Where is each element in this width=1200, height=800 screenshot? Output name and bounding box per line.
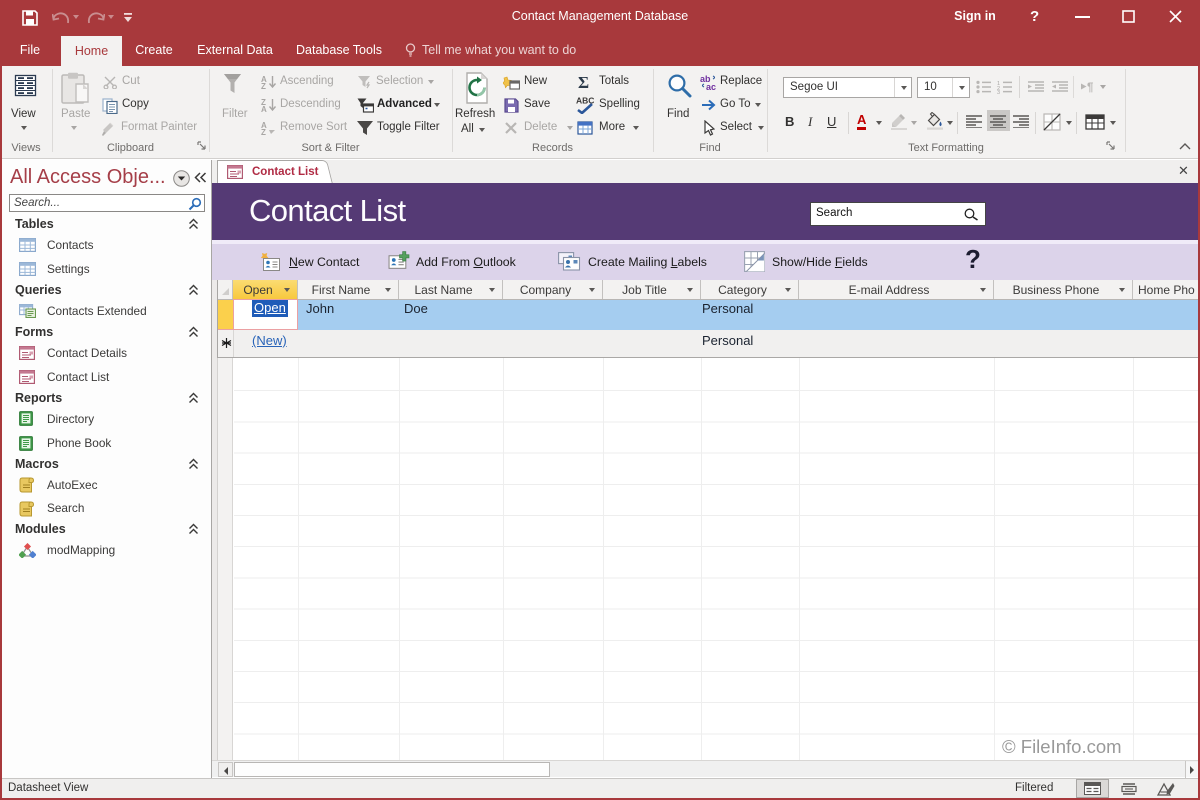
svg-text:A: A [261, 105, 267, 112]
svg-text:¶: ¶ [1087, 82, 1094, 93]
svg-text:Σ: Σ [578, 74, 589, 90]
svg-text:Z: Z [261, 128, 266, 135]
svg-text:3: 3 [997, 90, 1000, 94]
svg-text:ac: ac [706, 82, 716, 90]
svg-text:Z: Z [261, 82, 266, 89]
